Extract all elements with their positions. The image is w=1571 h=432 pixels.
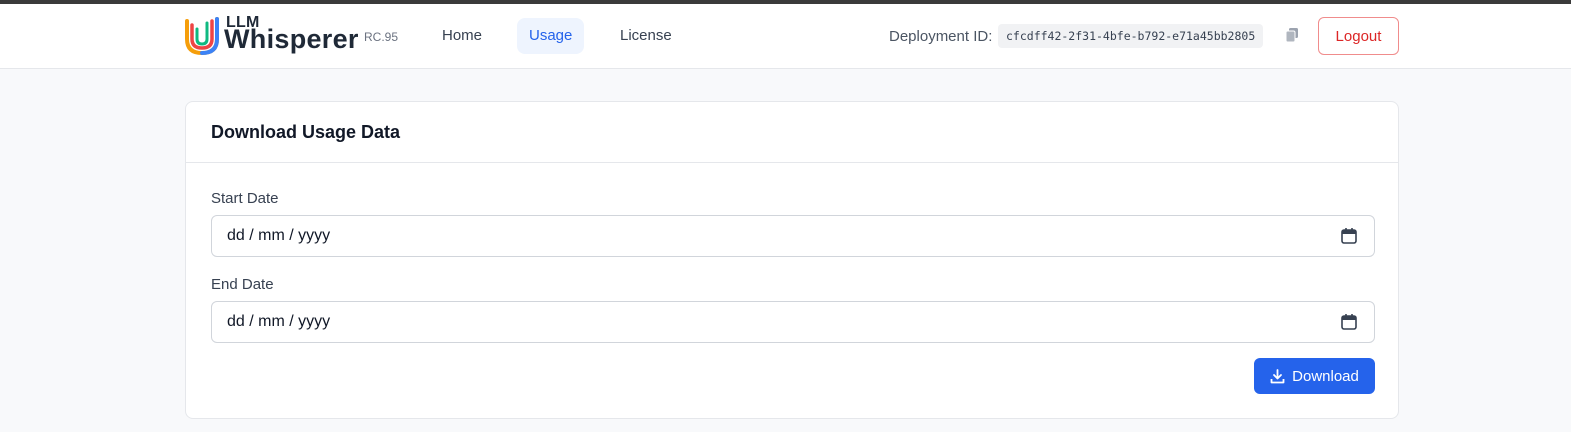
calendar-icon[interactable]: [1340, 227, 1358, 245]
end-date-label: End Date: [211, 276, 274, 293]
end-date-placeholder: dd / mm / yyyy: [227, 313, 331, 330]
logo-mark-icon: [185, 17, 219, 56]
start-date-input[interactable]: dd / mm / yyyy: [211, 215, 1375, 257]
logout-button[interactable]: Logout: [1318, 17, 1399, 55]
download-usage-card: Download Usage Data Start Date dd / mm /…: [185, 101, 1399, 419]
download-button-label: Download: [1292, 367, 1359, 385]
download-icon: [1270, 368, 1285, 384]
end-date-input[interactable]: dd / mm / yyyy: [211, 301, 1375, 343]
download-button[interactable]: Download: [1254, 358, 1375, 394]
copy-icon[interactable]: [1284, 27, 1300, 43]
navbar: LLM Whisperer RC.95 Home Usage License D…: [0, 4, 1571, 69]
card-title: Download Usage Data: [211, 121, 401, 142]
version-badge: RC.95: [364, 30, 399, 44]
nav-license[interactable]: License: [608, 18, 684, 54]
brand-logo[interactable]: LLM Whisperer: [184, 14, 364, 60]
nav-home[interactable]: Home: [430, 18, 494, 54]
deployment-id-label: Deployment ID:: [889, 28, 993, 45]
calendar-icon[interactable]: [1340, 313, 1358, 331]
deployment-id-value: cfcdff42-2f31-4bfe-b792-e71a45bb2805: [998, 24, 1264, 48]
card-header: Download Usage Data: [186, 102, 1398, 163]
brand-name-text: Whisperer: [224, 24, 359, 54]
start-date-placeholder: dd / mm / yyyy: [227, 227, 331, 244]
start-date-label: Start Date: [211, 190, 279, 207]
nav-usage[interactable]: Usage: [517, 18, 585, 54]
